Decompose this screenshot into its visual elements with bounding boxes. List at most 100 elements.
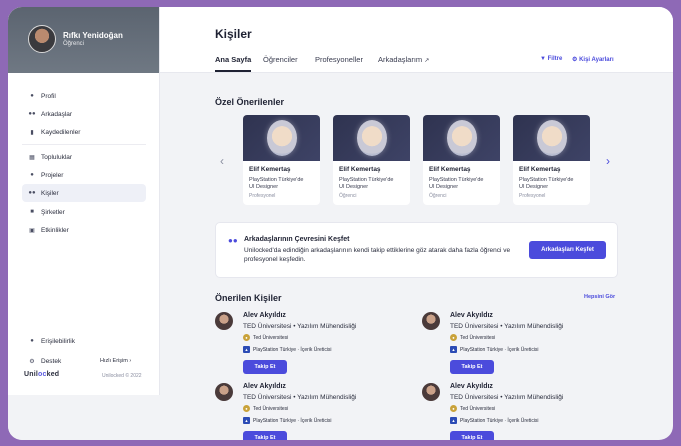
- avatar[interactable]: [422, 312, 440, 330]
- profile-header[interactable]: Rıfkı Yenidoğan Öğrenci: [8, 7, 159, 73]
- recommended-person: Alev Akyıldız TED Üniversitesi • Yazılım…: [422, 383, 622, 440]
- recommended-person: Alev Akyıldız TED Üniversitesi • Yazılım…: [422, 312, 622, 382]
- sidebar-item-label: Profil: [41, 92, 56, 100]
- tab-arkadaslarim[interactable]: Arkadaşlarım ↗: [378, 55, 429, 64]
- copyright: Unilocked © 2022: [102, 373, 142, 379]
- suggestion-card[interactable]: Elif Kemertaş PlayStation Türkiye'de UI …: [333, 115, 410, 205]
- see-all-link[interactable]: Hepsini Gör: [584, 294, 615, 300]
- follow-button[interactable]: Takip Et: [243, 360, 287, 374]
- card-role: Öğrenci: [339, 193, 357, 199]
- filter-icon: ▼: [540, 56, 546, 62]
- external-link-icon: ↗: [424, 58, 430, 64]
- person-name[interactable]: Alev Akyıldız: [450, 312, 493, 319]
- sidebar-item-kisiler[interactable]: ●● Kişiler: [22, 184, 146, 202]
- chevron-left-icon[interactable]: ‹: [220, 154, 224, 168]
- follow-button[interactable]: Takip Et: [450, 360, 494, 374]
- university-logo-icon: ●: [450, 334, 457, 341]
- card-name: Elif Kemertaş: [429, 166, 471, 173]
- accessibility-icon: ●: [30, 338, 34, 344]
- tab-ogrenciler[interactable]: Öğrenciler: [263, 55, 298, 64]
- special-suggestions-title: Özel Önerilenler: [215, 97, 285, 107]
- org-university: ● Ted Üniversitesi: [450, 334, 495, 341]
- person-subtitle: TED Üniversitesi • Yazılım Mühendisliği: [243, 394, 357, 401]
- person-subtitle: TED Üniversitesi • Yazılım Mühendisliği: [450, 323, 564, 330]
- user-role: Öğrenci: [63, 41, 85, 47]
- card-name: Elif Kemertaş: [519, 166, 561, 173]
- card-image: [513, 115, 590, 161]
- contacts-icon: ●●: [28, 190, 36, 196]
- active-tab-indicator: [215, 70, 251, 72]
- accessibility-link[interactable]: ● Erişilebilirlik: [22, 332, 146, 350]
- sidebar-item-arkadaslar[interactable]: ●● Arkadaşlar: [22, 105, 146, 123]
- sidebar-item-kaydedilenler[interactable]: ▮ Kaydedilenler: [22, 123, 146, 141]
- people-icon: ●●: [228, 236, 238, 245]
- avatar[interactable]: [28, 25, 56, 53]
- suggestion-card[interactable]: Elif Kemertaş PlayStation Türkiye'de UI …: [423, 115, 500, 205]
- university-logo-icon: ●: [450, 405, 457, 412]
- sidebar-item-label: Etkinlikler: [41, 226, 69, 234]
- filter-button[interactable]: ▼ Filtre: [540, 56, 562, 62]
- person-subtitle: TED Üniversitesi • Yazılım Mühendisliği: [450, 394, 564, 401]
- quick-access-link[interactable]: Hızlı Erişim ›: [100, 358, 131, 364]
- org-university: ● Ted Üniversitesi: [243, 334, 288, 341]
- person-settings-button[interactable]: ⚙ Kişi Ayarları: [572, 56, 614, 63]
- org-university: ● Ted Üniversitesi: [450, 405, 495, 412]
- person-name[interactable]: Alev Akyıldız: [243, 383, 286, 390]
- people-icon: ●●: [28, 111, 36, 117]
- card-title: PlayStation Türkiye'de UI Designer: [249, 177, 304, 190]
- chevron-right-icon[interactable]: ›: [606, 154, 610, 168]
- support-label: Destek: [41, 357, 62, 365]
- card-image: [423, 115, 500, 161]
- card-role: Profesyonel: [519, 193, 546, 199]
- card-role: Profesyonel: [249, 193, 276, 199]
- suggestion-card[interactable]: Elif Kemertaş PlayStation Türkiye'de UI …: [513, 115, 590, 205]
- sidebar-item-label: Arkadaşlar: [41, 110, 73, 118]
- suggestion-card[interactable]: Elif Kemertaş PlayStation Türkiye'de UI …: [243, 115, 320, 205]
- chevron-right-icon: ›: [129, 358, 132, 364]
- sidebar-item-label: Projeler: [41, 171, 64, 179]
- sidebar-item-label: Kaydedilenler: [41, 128, 81, 136]
- tab-ana-sayfa[interactable]: Ana Sayfa: [215, 55, 251, 64]
- card-name: Elif Kemertaş: [249, 166, 291, 173]
- follow-button[interactable]: Takip Et: [243, 431, 287, 440]
- support-link[interactable]: ⚙ Destek: [22, 352, 82, 370]
- follow-button[interactable]: Takip Et: [450, 431, 494, 440]
- lightbulb-icon: ●: [30, 172, 34, 178]
- explore-friends-button[interactable]: Arkadaşları Keşfet: [529, 241, 606, 259]
- sidebar-footer-bg: [8, 395, 160, 440]
- recommended-person: Alev Akyıldız TED Üniversitesi • Yazılım…: [215, 312, 415, 382]
- university-logo-icon: ●: [243, 405, 250, 412]
- recommended-person: Alev Akyıldız TED Üniversitesi • Yazılım…: [215, 383, 415, 440]
- bookmark-icon: ▮: [30, 129, 34, 136]
- person-subtitle: TED Üniversitesi • Yazılım Mühendisliği: [243, 323, 357, 330]
- quick-access-label: Hızlı Erişim: [100, 358, 128, 364]
- card-image: [333, 115, 410, 161]
- playstation-logo-icon: ▲: [450, 346, 457, 353]
- avatar[interactable]: [422, 383, 440, 401]
- card-name: Elif Kemertaş: [339, 166, 381, 173]
- main-content: Kişiler Ana Sayfa Öğrenciler Profesyonel…: [160, 7, 673, 440]
- card-title: PlayStation Türkiye'de UI Designer: [429, 177, 484, 190]
- person-name[interactable]: Alev Akyıldız: [450, 383, 493, 390]
- avatar[interactable]: [215, 312, 233, 330]
- gear-icon: ⚙: [572, 57, 578, 63]
- divider: [22, 144, 146, 145]
- tab-profesyoneller[interactable]: Profesyoneller: [315, 55, 363, 64]
- sidebar-item-sirketler[interactable]: ■ Şirketler: [22, 203, 146, 221]
- playstation-logo-icon: ▲: [243, 346, 250, 353]
- org-university: ● Ted Üniversitesi: [243, 405, 288, 412]
- sidebar: Rıfkı Yenidoğan Öğrenci ● Profil ●● Arkada…: [8, 7, 160, 395]
- playstation-logo-icon: ▲: [450, 417, 457, 424]
- user-name: Rıfkı Yenidoğan: [63, 31, 123, 40]
- person-icon: ●: [30, 93, 34, 99]
- sidebar-item-projeler[interactable]: ● Projeler: [22, 166, 146, 184]
- avatar[interactable]: [215, 383, 233, 401]
- person-name[interactable]: Alev Akyıldız: [243, 312, 286, 319]
- page-title: Kişiler: [215, 27, 252, 41]
- sidebar-item-etkinlikler[interactable]: ▣ Etkinlikler: [22, 221, 146, 239]
- recommended-title: Önerilen Kişiler: [215, 293, 282, 303]
- sidebar-item-label: Topluluklar: [41, 153, 73, 161]
- sidebar-item-topluluklar[interactable]: ▦ Topluluklar: [22, 148, 146, 166]
- explore-friends-panel: ●● Arkadaşlarının Çevresini Keşfet Unilo…: [215, 222, 618, 278]
- sidebar-item-profil[interactable]: ● Profil: [22, 87, 146, 105]
